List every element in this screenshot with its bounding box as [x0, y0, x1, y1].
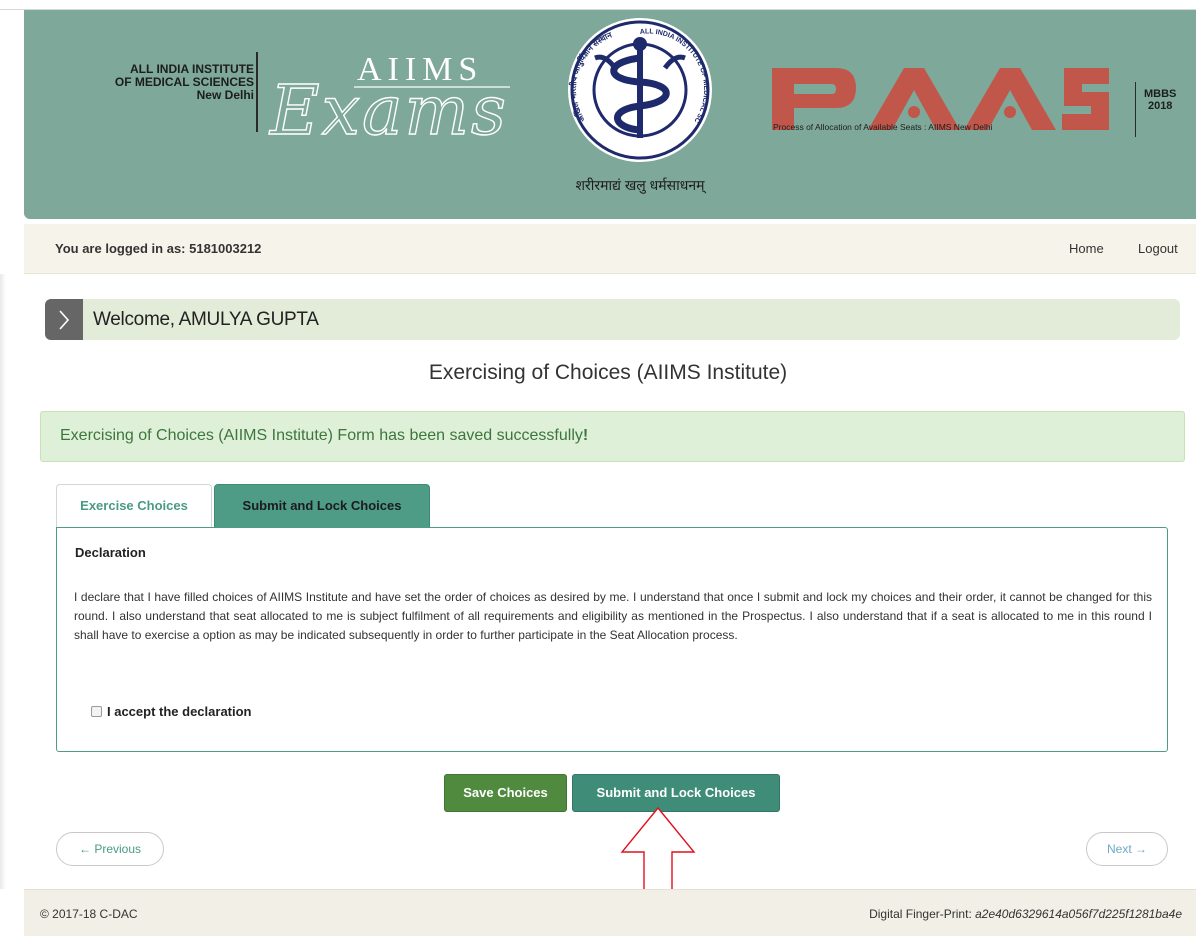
aiims-exams-logo: AIIMS Exams: [267, 51, 510, 152]
up-arrow-annotation-icon: [620, 806, 696, 891]
tab-exercise-choices[interactable]: Exercise Choices: [56, 484, 212, 528]
success-message-suffix: !: [582, 427, 589, 444]
header-banner: ALL INDIA INSTITUTE OF MEDICAL SCIENCES …: [24, 10, 1196, 219]
accept-declaration-label[interactable]: I accept the declaration: [107, 704, 252, 719]
course-year-badge: MBBS 2018: [1144, 88, 1176, 112]
nav-home-link[interactable]: Home: [1069, 241, 1104, 256]
course-label: MBBS: [1144, 88, 1177, 100]
declaration-text: I declare that I have filled choices of …: [74, 590, 1152, 642]
welcome-bar: Welcome, AMULYA GUPTA: [45, 299, 1180, 340]
declaration-heading: Declaration: [75, 545, 146, 560]
year-label: 2018: [1147, 100, 1173, 112]
success-message-text: Exercising of Choices (AIIMS Institute) …: [60, 427, 583, 444]
paas-tagline: Process of Allocation of Available Seats…: [773, 122, 993, 132]
next-button[interactable]: Next →: [1086, 832, 1168, 866]
save-choices-button[interactable]: Save Choices: [444, 774, 567, 812]
accept-declaration-checkbox[interactable]: [91, 706, 102, 717]
welcome-message: Welcome, AMULYA GUPTA: [93, 309, 319, 330]
fingerprint-label: Digital Finger-Print:: [869, 907, 976, 921]
nav-logout-link[interactable]: Logout: [1138, 241, 1178, 256]
previous-button[interactable]: ← Previous: [56, 832, 164, 866]
login-bar: You are logged in as: 5181003212 Home Lo…: [24, 224, 1196, 274]
accept-declaration-row[interactable]: I accept the declaration: [91, 704, 252, 719]
success-alert: Exercising of Choices (AIIMS Institute) …: [40, 411, 1185, 462]
aiims-emblem-logo: अखिल भारतीय आयुर्विज्ञान संस्थान ALL IND…: [545, 10, 712, 194]
success-message: Exercising of Choices (AIIMS Institute) …: [60, 427, 588, 445]
chevron-right-icon: [45, 299, 83, 340]
exams-logo-script-text: Exams: [268, 72, 508, 151]
page-title: Exercising of Choices (AIIMS Institute): [428, 361, 788, 384]
institute-name: ALL INDIA INSTITUTE OF MEDICAL SCIENCES …: [54, 63, 254, 102]
brand-divider: [256, 52, 258, 132]
footer-fingerprint: Digital Finger-Print: a2e40d6329614a056f…: [869, 907, 1182, 921]
tab-submit-and-lock-choices[interactable]: Submit and Lock Choices: [214, 484, 430, 528]
institute-name-line3: New Delhi: [196, 88, 254, 102]
logged-in-user: You are logged in as: 5181003212: [55, 241, 262, 256]
footer-copyright: © 2017-18 C-DAC: [40, 907, 138, 921]
emblem-motto: शरीरमाद्यं खलु धर्मसाधनम्: [576, 177, 707, 194]
paas-divider: [1135, 82, 1136, 137]
footer: © 2017-18 C-DAC Digital Finger-Print: a2…: [24, 889, 1196, 936]
fingerprint-hash: a2e40d6329614a056f7d225f1281ba4e: [975, 907, 1182, 921]
declaration-panel: Declaration I declare that I have filled…: [56, 527, 1168, 752]
